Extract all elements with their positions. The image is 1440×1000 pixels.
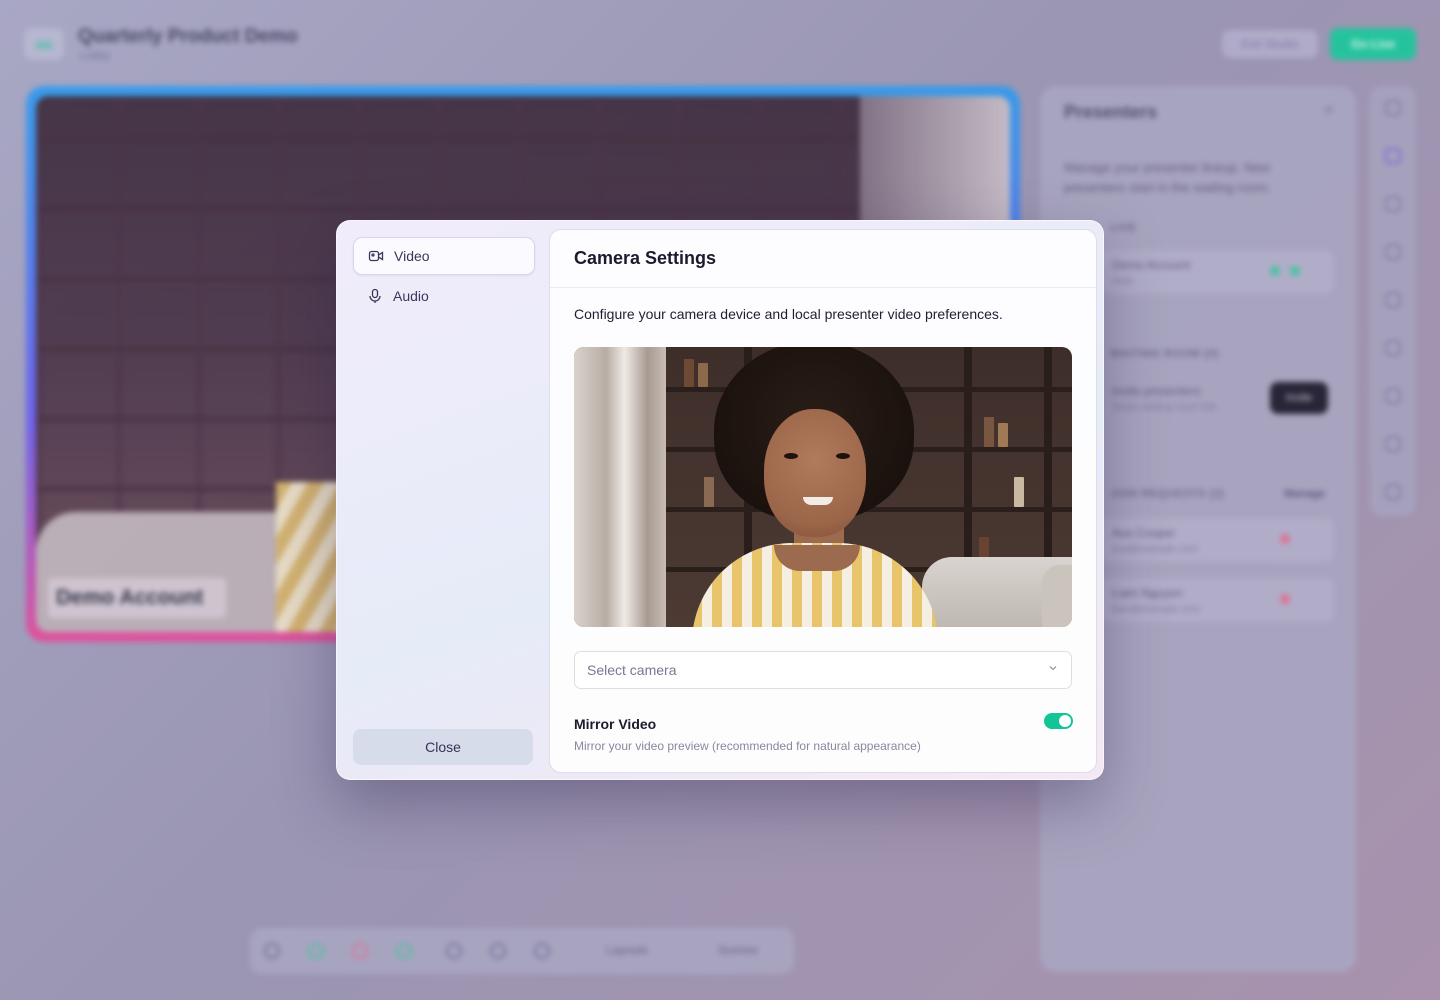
join-request-name: Ava Cooper [1112, 526, 1176, 540]
chevron-down-icon [1047, 661, 1059, 679]
chat-icon[interactable] [1385, 100, 1401, 116]
mirror-video-label: Mirror Video [574, 716, 657, 732]
preview-curtain [574, 347, 666, 627]
overlay-icon[interactable] [1385, 244, 1401, 260]
sidebar-item-label: Audio [393, 288, 429, 304]
section-waiting-room: WAITING ROOM (0) [1110, 348, 1219, 360]
join-request-email: liam@example.com [1112, 604, 1200, 615]
presenter-smile [803, 497, 833, 505]
camera-select-placeholder: Select camera [587, 662, 677, 678]
sidebar-item-label: Video [394, 248, 430, 264]
section-live: LIVE [1110, 222, 1137, 234]
dialog-header: Camera Settings [550, 230, 1096, 288]
search-icon[interactable] [1385, 292, 1401, 308]
join-request-email: ava@example.com [1112, 544, 1198, 555]
section-join-requests: JOIN REQUESTS (2) [1110, 488, 1225, 500]
camera-status-icon [1290, 266, 1300, 276]
camera-select[interactable]: Select camera [574, 651, 1072, 689]
camera-settings-dialog: Video Audio Close Camera Settings Config… [336, 220, 1104, 780]
book [704, 477, 714, 507]
reject-icon[interactable] [1280, 534, 1290, 544]
broadcast-title: Quarterly Product Demo [78, 26, 298, 47]
comments-icon[interactable] [1385, 340, 1401, 356]
gear-icon[interactable] [1385, 484, 1401, 500]
app-logo-text: oo [35, 36, 53, 52]
media-icon[interactable] [1385, 196, 1401, 212]
app-logo: oo [24, 28, 64, 60]
mic-status-icon [1270, 266, 1280, 276]
close-button[interactable]: Close [353, 729, 533, 765]
join-request-row[interactable]: Ava Cooper ava@example.com [1094, 518, 1334, 562]
exit-studio-button[interactable]: Exit Studio [1222, 30, 1318, 58]
settings-sidebar: Video Audio Close [353, 237, 535, 765]
effects-icon[interactable] [490, 943, 506, 959]
reject-icon[interactable] [1280, 594, 1290, 604]
waiting-room-sub: Share waiting room link [1112, 402, 1216, 413]
book [984, 417, 994, 447]
waiting-room-row: Invite presenters Share waiting room lin… [1094, 376, 1264, 420]
screen-share-icon[interactable] [396, 943, 412, 959]
join-request-row[interactable]: Liam Nguyen liam@example.com [1094, 578, 1334, 622]
book [998, 423, 1008, 447]
presenters-panel-description: Manage your presenter lineup. New presen… [1064, 160, 1271, 195]
join-request-name: Liam Nguyen [1112, 586, 1183, 600]
chat-toggle-icon[interactable] [446, 943, 462, 959]
presenters-icon[interactable] [1385, 148, 1401, 164]
book [684, 359, 694, 387]
presenters-panel-close-icon[interactable]: × [1324, 102, 1333, 120]
live-presenter-name: Demo Account [1112, 258, 1191, 272]
invite-button[interactable]: Invite [1270, 382, 1328, 414]
scenes-dropdown[interactable]: Scenes [718, 943, 758, 957]
preview-sofa-arm [1042, 565, 1072, 627]
broadcast-subtitle: Lobby [80, 50, 110, 62]
emoji-icon[interactable] [534, 943, 550, 959]
presenters-panel-title: Presenters [1064, 102, 1158, 122]
settings-content: Camera Settings Configure your camera de… [549, 229, 1097, 773]
presenter-collar [774, 545, 860, 571]
microphone-icon [367, 288, 383, 304]
dialog-title: Camera Settings [574, 248, 717, 268]
sidebar-item-video[interactable]: Video [353, 237, 535, 275]
waiting-room-name: Invite presenters [1112, 384, 1201, 398]
right-tool-rail [1370, 86, 1416, 516]
book [1014, 477, 1024, 507]
music-icon[interactable] [1385, 436, 1401, 452]
camera-off-icon[interactable] [352, 943, 368, 959]
presenter-eye [784, 453, 798, 459]
video-camera-icon [368, 248, 384, 264]
camera-preview [574, 347, 1072, 627]
manage-requests-link[interactable]: Manage [1284, 488, 1325, 500]
settings-icon[interactable] [264, 943, 280, 959]
dialog-description: Configure your camera device and local p… [574, 306, 1003, 322]
go-live-button[interactable]: Go Live [1330, 28, 1416, 60]
toggle-knob [1059, 715, 1071, 727]
presenter-eye [836, 453, 850, 459]
book [698, 363, 708, 387]
sidebar-item-audio[interactable]: Audio [353, 277, 535, 315]
brand-icon[interactable] [1385, 388, 1401, 404]
presenter-name-tag: Demo Account [48, 578, 226, 618]
mirror-video-description: Mirror your video preview (recommended f… [574, 739, 921, 753]
bottom-toolbar: Layouts Scenes [250, 928, 794, 974]
live-presenter-row[interactable]: Demo Account Host [1094, 250, 1334, 294]
mic-icon[interactable] [308, 943, 324, 959]
mirror-video-toggle[interactable] [1044, 713, 1073, 729]
presenter-face [764, 409, 866, 537]
live-presenter-role: Host [1112, 276, 1133, 287]
layouts-dropdown[interactable]: Layouts [606, 943, 648, 957]
